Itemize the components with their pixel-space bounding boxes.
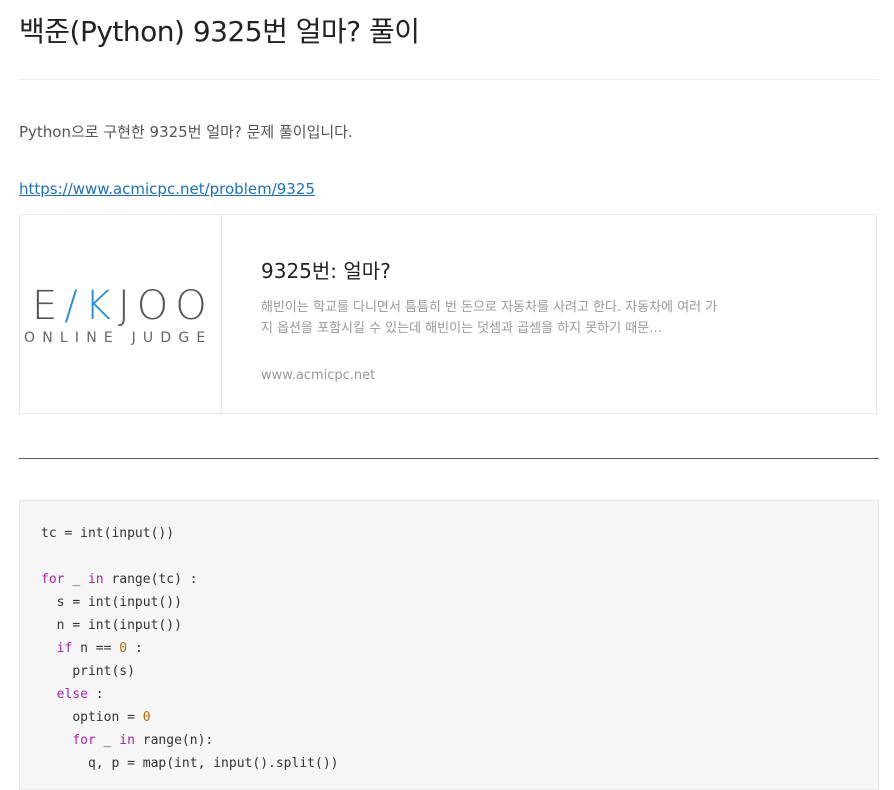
- blog-post: 백준(Python) 9325번 얼마? 풀이 Python으로 구현한 932…: [0, 0, 894, 790]
- code-line: s = int(input()): [56, 595, 182, 610]
- code-content: tc = int(input()) for _ in range(tc) : s…: [20, 501, 878, 775]
- code-line: for _ in range(tc) :: [41, 572, 198, 587]
- logo-text-accent: /K: [64, 283, 118, 329]
- horizontal-rule: [19, 458, 879, 459]
- code-line: for _ in range(n):: [72, 733, 214, 748]
- card-description: 해빈이는 학교를 다니면서 틈틈히 번 돈으로 자동차를 사려고 한다. 자동차…: [261, 300, 718, 336]
- page-title: 백준(Python) 9325번 얼마? 풀이: [19, 15, 420, 48]
- logo-text-left: E: [32, 283, 65, 329]
- code-line: if n == 0 :: [56, 641, 143, 656]
- code-line: print(s): [72, 664, 135, 679]
- card-host: www.acmicpc.net: [261, 368, 376, 383]
- code-line: n = int(input()): [56, 618, 182, 633]
- code-line: q, p = map(int, input().split()): [87, 756, 339, 771]
- baekjoon-logo: E/KJOO: [32, 283, 214, 329]
- code-line: option = 0: [72, 710, 151, 725]
- logo-text-right: JOO: [118, 283, 214, 329]
- title-divider: [19, 79, 879, 80]
- link-preview-card[interactable]: E/KJOO ONLINE JUDGE 9325번: 얼마? 해빈이는 학교를 …: [19, 214, 877, 414]
- card-title[interactable]: 9325번: 얼마?: [261, 255, 391, 284]
- code-line: tc = int(input()): [41, 526, 175, 541]
- intro-text: Python으로 구현한 9325번 얼마? 문제 풀이입니다.: [19, 123, 353, 141]
- code-line: else :: [56, 687, 104, 702]
- card-thumbnail: E/KJOO ONLINE JUDGE: [20, 215, 222, 413]
- logo-subtitle: ONLINE JUDGE: [24, 330, 213, 346]
- problem-link[interactable]: https://www.acmicpc.net/problem/9325: [19, 180, 315, 198]
- code-block: tc = int(input()) for _ in range(tc) : s…: [19, 500, 879, 790]
